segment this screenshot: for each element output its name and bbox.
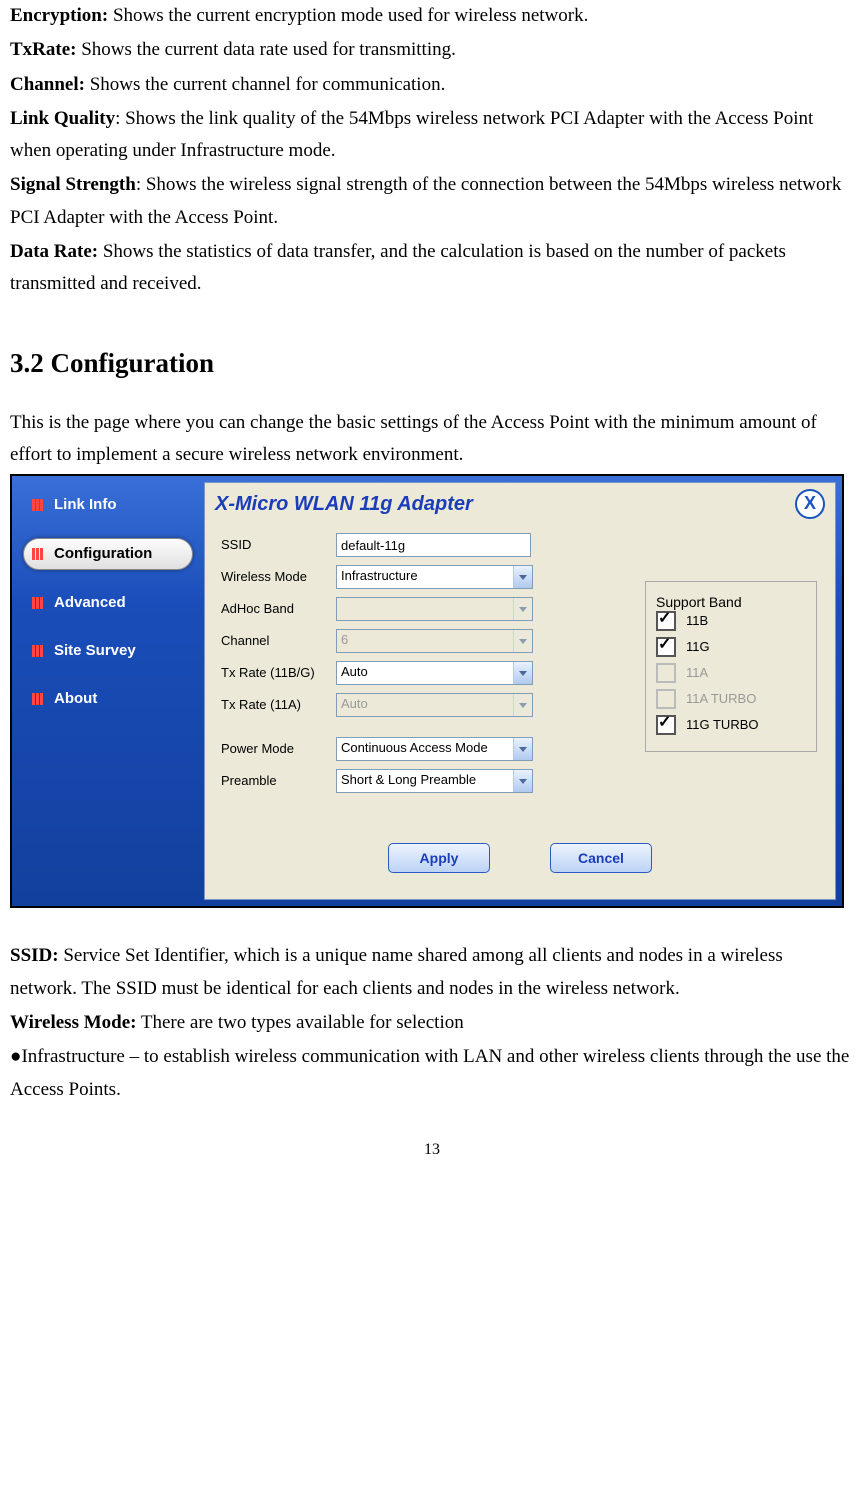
adhoc_band-select (336, 597, 533, 621)
definition-list-top: Encryption: Shows the current encryption… (10, 0, 854, 301)
wireless_mode-value: Infrastructure (337, 566, 513, 588)
wireless_mode-select[interactable]: Infrastructure (336, 565, 533, 589)
sidebar-item-about[interactable]: About (24, 684, 192, 714)
support-band-label: 11A TURBO (686, 691, 756, 707)
channel-value: 6 (337, 630, 513, 652)
chevron-down-icon[interactable] (513, 566, 532, 588)
sidebar-item-label: Advanced (54, 594, 126, 612)
sidebar: Link Info Configuration Advanced Site Su… (12, 476, 204, 906)
checkbox-11a (656, 663, 676, 683)
nav-bullet-icon (32, 498, 46, 512)
definition-list-bottom: SSID: Service Set Identifier, which is a… (10, 940, 854, 1039)
support-band-group: Support Band 11B 11G 11A 11A TURBO 11G T… (645, 581, 817, 752)
definition-item: TxRate: Shows the current data rate used… (10, 34, 854, 66)
support-band-item: 11B (656, 611, 806, 631)
channel-select: 6 (336, 629, 533, 653)
txrate_a-value: Auto (337, 694, 513, 716)
cancel-button[interactable]: Cancel (550, 843, 652, 873)
adhoc_band-value (337, 598, 513, 620)
txrate_a-select: Auto (336, 693, 533, 717)
support-band-label: 11G TURBO (686, 717, 758, 733)
nav-bullet-icon (32, 547, 46, 561)
support-band-item: 11G (656, 637, 806, 657)
title-bar: X-Micro WLAN 11g Adapter X (205, 483, 835, 529)
app-screenshot: Link Info Configuration Advanced Site Su… (10, 474, 844, 908)
nav-bullet-icon (32, 644, 46, 658)
nav-bullet-icon (32, 692, 46, 706)
sidebar-item-link info[interactable]: Link Info (24, 490, 192, 520)
checkbox-11b[interactable] (656, 611, 676, 631)
sidebar-item-configuration[interactable]: Configuration (23, 538, 193, 570)
main-panel: X-Micro WLAN 11g Adapter X SSID Wireless… (204, 482, 836, 900)
support-band-label: 11B (686, 613, 708, 629)
nav-bullet-icon (32, 596, 46, 610)
support-band-item: 11G TURBO (656, 715, 806, 735)
channel-label: Channel (221, 633, 336, 649)
chevron-down-icon[interactable] (513, 770, 532, 792)
sidebar-item-site survey[interactable]: Site Survey (24, 636, 192, 666)
support-band-label: 11A (686, 665, 708, 681)
txrate_a-label: Tx Rate (11A) (221, 697, 336, 713)
definition-item: Channel: Shows the current channel for c… (10, 69, 854, 101)
apply-button[interactable]: Apply (388, 843, 490, 873)
bullet-infrastructure: ●Infrastructure – to establish wireless … (10, 1041, 854, 1106)
sidebar-item-label: Site Survey (54, 642, 136, 660)
definition-item: Wireless Mode: There are two types avail… (10, 1007, 854, 1039)
close-icon[interactable]: X (795, 489, 825, 519)
checkbox-11g[interactable] (656, 637, 676, 657)
definition-item: Link Quality: Shows the link quality of … (10, 103, 854, 168)
sidebar-item-label: About (54, 690, 97, 708)
definition-item: SSID: Service Set Identifier, which is a… (10, 940, 854, 1005)
txrate_bg-value: Auto (337, 662, 513, 684)
checkbox-11a turbo (656, 689, 676, 709)
checkbox-11g turbo[interactable] (656, 715, 676, 735)
app-title: X-Micro WLAN 11g Adapter (215, 492, 473, 516)
txrate_bg-select[interactable]: Auto (336, 661, 533, 685)
support-band-item: 11A (656, 663, 806, 683)
section-intro: This is the page where you can change th… (10, 407, 854, 472)
power_mode-select[interactable]: Continuous Access Mode (336, 737, 533, 761)
support-band-legend: Support Band (656, 594, 742, 610)
chevron-down-icon (513, 694, 532, 716)
preamble-select[interactable]: Short & Long Preamble (336, 769, 533, 793)
definition-item: Encryption: Shows the current encryption… (10, 0, 854, 32)
ssid-input[interactable] (336, 533, 531, 557)
adhoc_band-label: AdHoc Band (221, 601, 336, 617)
definition-item: Data Rate: Shows the statistics of data … (10, 236, 854, 301)
sidebar-item-label: Configuration (54, 545, 152, 563)
chevron-down-icon (513, 598, 532, 620)
section-heading: 3.2 Configuration (10, 341, 854, 387)
ssid-label: SSID (221, 537, 336, 553)
preamble-value: Short & Long Preamble (337, 770, 513, 792)
sidebar-item-label: Link Info (54, 496, 117, 514)
chevron-down-icon[interactable] (513, 662, 532, 684)
support-band-item: 11A TURBO (656, 689, 806, 709)
power_mode-value: Continuous Access Mode (337, 738, 513, 760)
support-band-label: 11G (686, 639, 710, 655)
preamble-label: Preamble (221, 773, 336, 789)
definition-item: Signal Strength: Shows the wireless sign… (10, 169, 854, 234)
txrate_bg-label: Tx Rate (11B/G) (221, 665, 336, 681)
chevron-down-icon (513, 630, 532, 652)
chevron-down-icon[interactable] (513, 738, 532, 760)
page-number: 13 (10, 1136, 854, 1163)
power_mode-label: Power Mode (221, 741, 336, 757)
sidebar-item-advanced[interactable]: Advanced (24, 588, 192, 618)
wireless_mode-label: Wireless Mode (221, 569, 336, 585)
